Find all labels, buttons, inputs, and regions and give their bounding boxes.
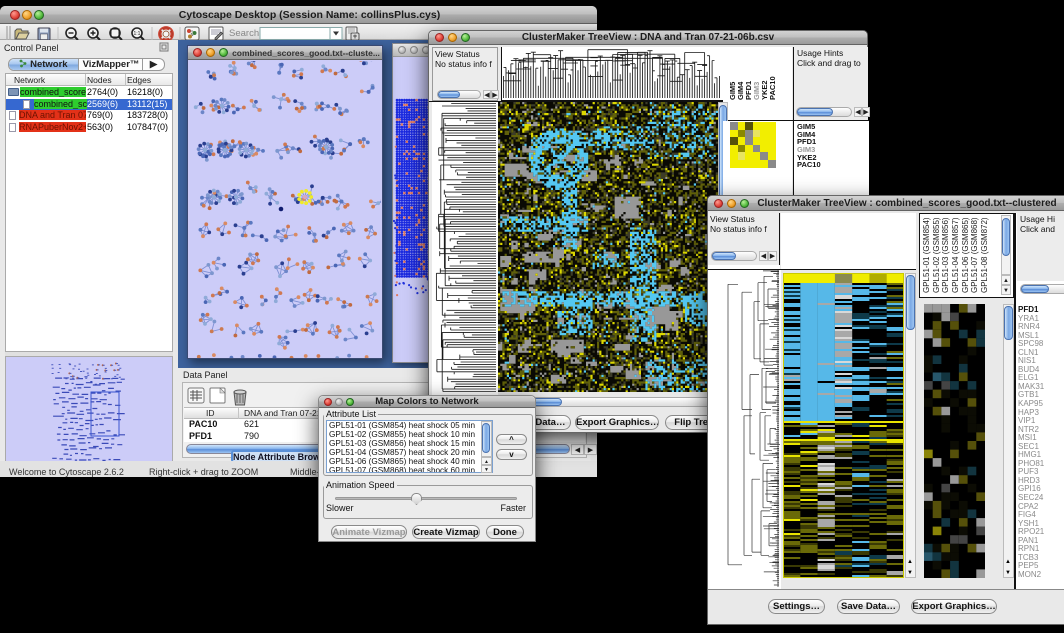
svg-text:1:1: 1:1 [134, 31, 141, 37]
svg-text:Search:: Search: [229, 28, 262, 39]
